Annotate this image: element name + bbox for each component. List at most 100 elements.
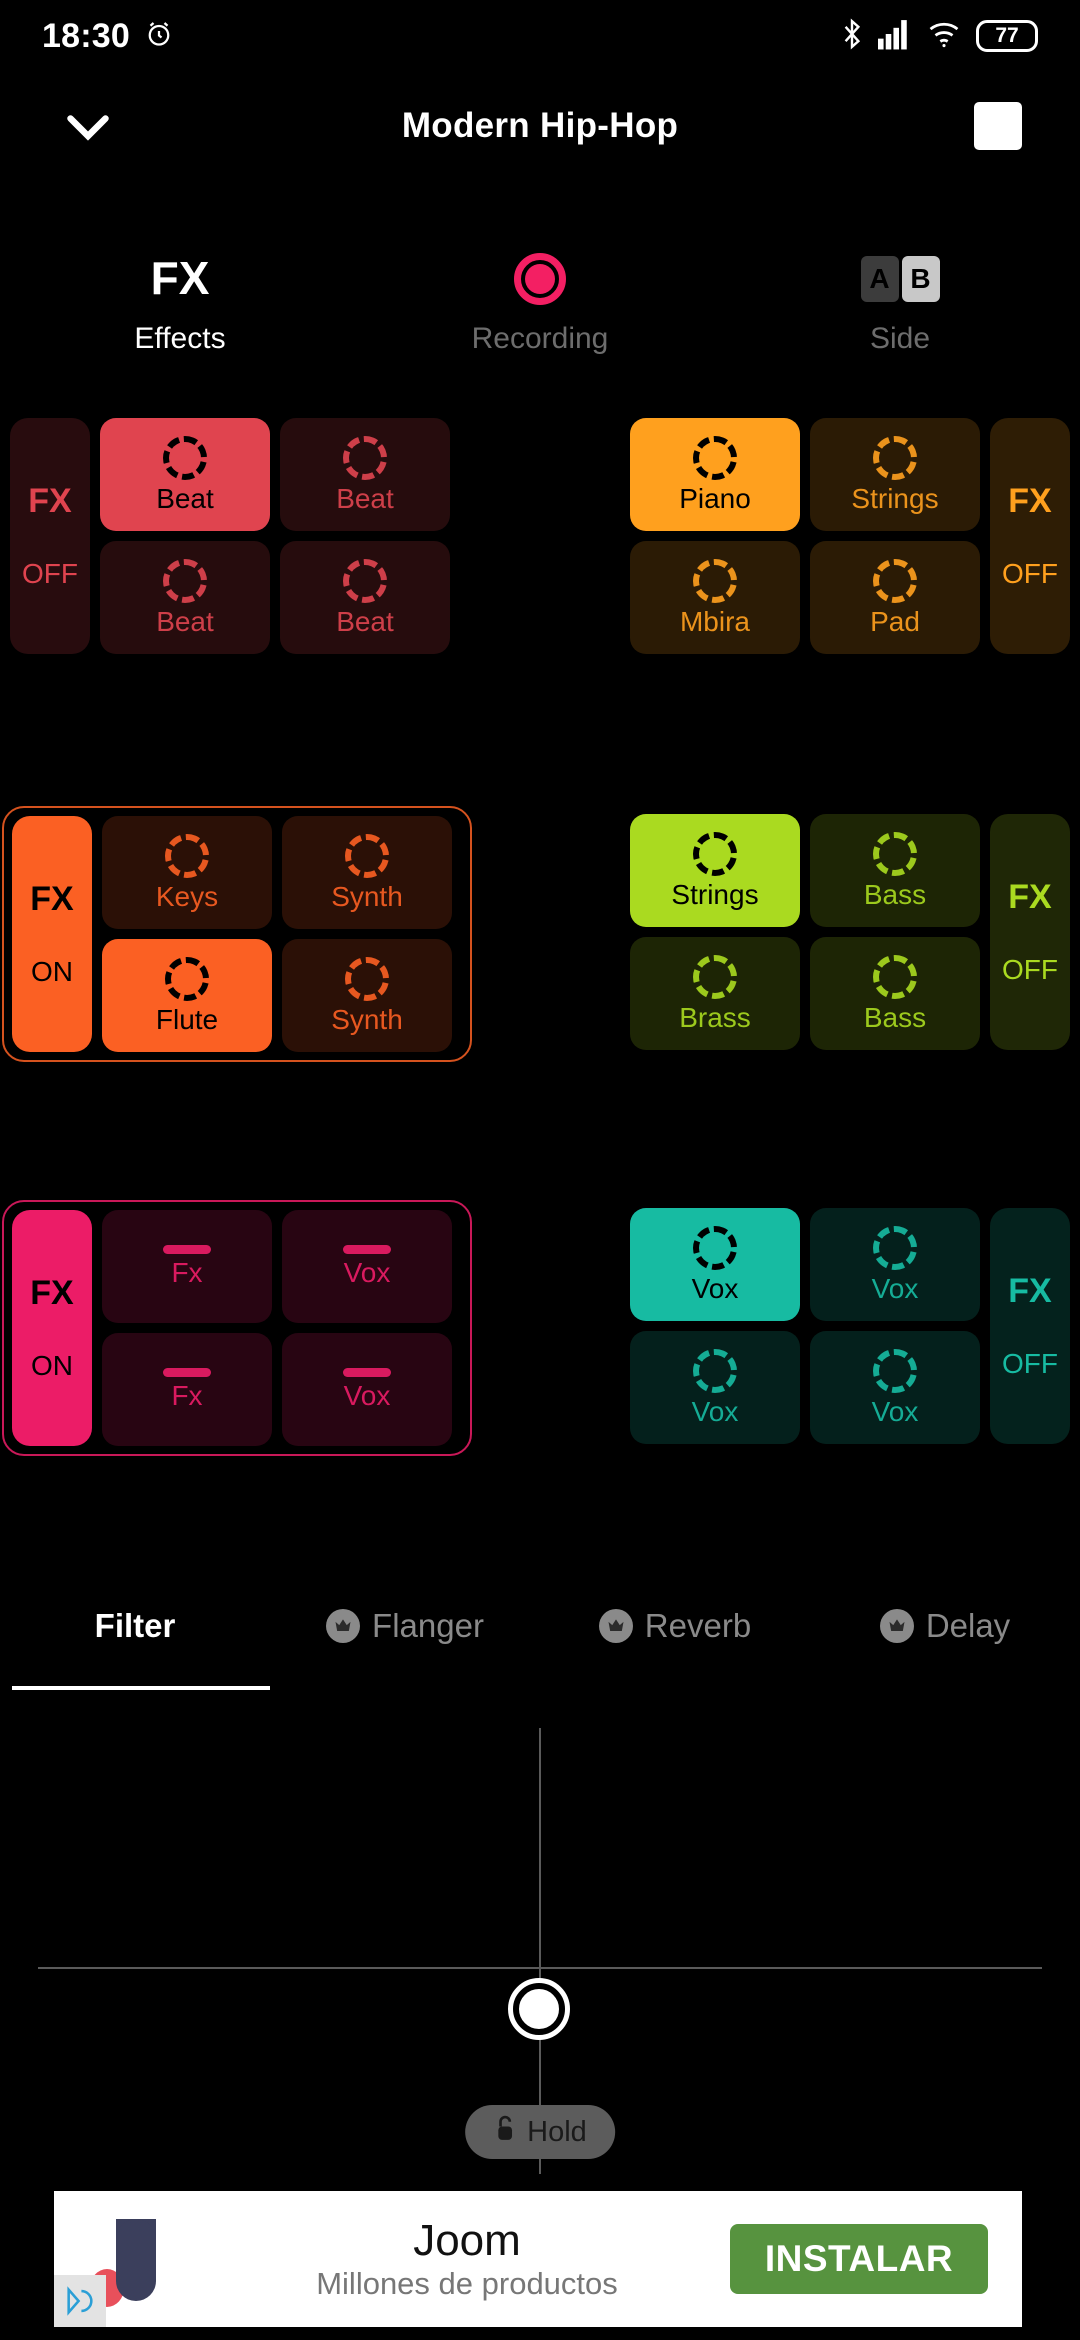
bluetooth-icon <box>841 18 863 55</box>
mode-effects[interactable]: FX Effects <box>0 248 360 383</box>
pad-group: Keys Flute Synth Synth <box>102 816 452 1052</box>
ad-subtitle: Millones de productos <box>316 2265 618 2301</box>
pad-label: Strings <box>851 482 939 514</box>
pad-label: Brass <box>679 1001 751 1033</box>
xy-knob-icon[interactable] <box>508 1978 570 2040</box>
dash-bar-icon <box>163 1368 211 1378</box>
fx-toggle-keys-bank[interactable]: FX OFF <box>990 418 1070 654</box>
pad-group: Strings Brass Bass Bass <box>630 814 980 1050</box>
pad-button[interactable]: Strings <box>810 418 980 531</box>
pad-button[interactable]: Strings <box>630 814 800 927</box>
pad-bank: Piano Mbira Strings Pad FX OFF <box>620 418 1070 654</box>
pad-button[interactable]: Vox <box>810 1208 980 1321</box>
fx-state: OFF <box>1002 558 1058 589</box>
pad-button[interactable]: Beat <box>100 418 270 531</box>
status-bar-right: 77 <box>841 18 1038 55</box>
tab-reverb[interactable]: Reverb <box>540 1595 810 1657</box>
fx-toggle-synth-bank[interactable]: FX ON <box>12 816 92 1052</box>
pad-group: Vox Vox Vox Vox <box>630 1208 980 1444</box>
wifi-icon <box>927 18 961 55</box>
adchoices-icon[interactable] <box>54 2275 106 2327</box>
pad-button[interactable]: Beat <box>280 418 450 531</box>
pad-label: Beat <box>336 605 394 637</box>
pad-bank: FX ON Fx Fx Vox Vox <box>2 1200 472 1456</box>
pad-button[interactable]: Bass <box>810 937 980 1050</box>
pad-button[interactable]: Fx <box>102 1333 272 1446</box>
mode-effects-label: Effects <box>134 322 226 355</box>
pad-button[interactable]: Beat <box>100 541 270 654</box>
fx-toggle-bass-bank[interactable]: FX OFF <box>990 814 1070 1050</box>
mode-recording[interactable]: Recording <box>360 248 720 383</box>
hold-button[interactable]: Hold <box>465 2105 615 2159</box>
mode-row: FX Effects Recording A B Side <box>0 248 1080 383</box>
stop-square-icon[interactable] <box>974 102 1022 150</box>
fx-toggle-beats-bank[interactable]: FX OFF <box>10 418 90 654</box>
dashed-circle-icon <box>693 1225 737 1270</box>
pad-button[interactable]: Mbira <box>630 541 800 654</box>
pad-button[interactable]: Beat <box>280 541 450 654</box>
pad-button[interactable]: Brass <box>630 937 800 1050</box>
ad-install-button[interactable]: INSTALAR <box>730 2224 988 2294</box>
mode-side[interactable]: A B Side <box>720 248 1080 383</box>
pad-button[interactable]: Vox <box>630 1208 800 1321</box>
dashed-circle-icon <box>163 435 207 480</box>
mode-side-label: Side <box>869 322 931 355</box>
pad-button[interactable]: Synth <box>282 816 452 929</box>
pad-button[interactable]: Keys <box>102 816 272 929</box>
pad-button[interactable]: Flute <box>102 939 272 1052</box>
pad-group: Fx Fx Vox Vox <box>102 1210 452 1446</box>
fx-toggle-fxvox-bank[interactable]: FX ON <box>12 1210 92 1446</box>
pad-button[interactable]: Pad <box>810 541 980 654</box>
mode-recording-label: Recording <box>471 322 609 355</box>
pad-button[interactable]: Vox <box>282 1210 452 1323</box>
pad-button[interactable]: Vox <box>810 1331 980 1444</box>
pad-button[interactable]: Vox <box>282 1333 452 1446</box>
pad-button[interactable]: Piano <box>630 418 800 531</box>
xy-pad[interactable] <box>0 1710 1080 2174</box>
tab-label: Filter <box>94 1607 176 1644</box>
pad-button[interactable]: Vox <box>630 1331 800 1444</box>
ad-title: Joom <box>413 2215 521 2265</box>
pad-bank: FX ON Keys Flute Synth Synth <box>2 806 472 1062</box>
pad-label: Keys <box>155 880 219 912</box>
pad-label: Pad <box>870 605 920 637</box>
dashed-circle-icon <box>693 954 737 999</box>
dashed-circle-icon <box>693 1348 737 1393</box>
tab-flanger[interactable]: Flanger <box>270 1595 540 1657</box>
fx-state: OFF <box>22 558 78 589</box>
tab-label: Delay <box>925 1607 1011 1644</box>
fx-state: ON <box>31 956 73 987</box>
fx-label: FX <box>1008 878 1052 916</box>
fx-label: FX <box>30 880 74 918</box>
crown-icon <box>879 1609 914 1643</box>
pad-button[interactable]: Bass <box>810 814 980 927</box>
side-a-option[interactable]: A <box>860 256 899 302</box>
crown-icon <box>326 1609 361 1643</box>
pad-label: Mbira <box>679 605 750 637</box>
tab-delay[interactable]: Delay <box>810 1595 1080 1657</box>
pad-label: Piano <box>679 482 751 514</box>
dashed-circle-icon <box>163 558 207 603</box>
pad-group: Piano Mbira Strings Pad <box>630 418 980 654</box>
pad-label: Fx <box>171 1380 203 1412</box>
active-tab-underline <box>12 1686 270 1690</box>
dashed-circle-icon <box>873 1348 917 1393</box>
pad-label: Vox <box>871 1272 919 1304</box>
dashed-circle-icon <box>165 956 209 1001</box>
ad-banner[interactable]: Joom Millones de productos INSTALAR <box>54 2191 1022 2327</box>
joom-logo-icon <box>54 2191 204 2327</box>
pad-button[interactable]: Synth <box>282 939 452 1052</box>
pad-label: Strings <box>671 878 759 910</box>
ab-toggle-icon[interactable]: A B <box>860 248 940 310</box>
dash-bar-icon <box>163 1245 211 1255</box>
tab-filter[interactable]: Filter <box>0 1595 270 1657</box>
pad-label: Vox <box>691 1272 739 1304</box>
pad-label: Vox <box>691 1395 739 1427</box>
pad-label: Flute <box>155 1003 219 1035</box>
fx-toggle-vox-bank[interactable]: FX OFF <box>990 1208 1070 1444</box>
dashed-circle-icon <box>165 833 209 878</box>
status-time: 18:30 <box>42 16 130 55</box>
pad-button[interactable]: Fx <box>102 1210 272 1323</box>
side-b-option[interactable]: B <box>901 256 940 302</box>
pad-label: Synth <box>331 1003 403 1035</box>
